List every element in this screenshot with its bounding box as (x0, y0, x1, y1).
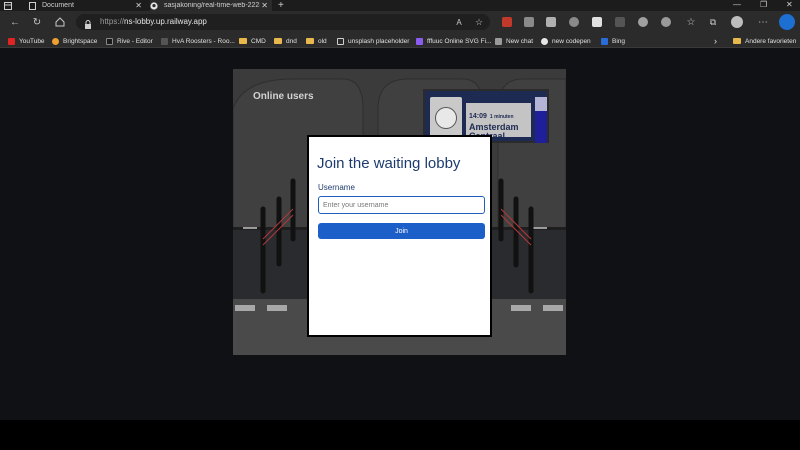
page-icon (337, 37, 344, 45)
new-tab-button[interactable]: + (278, 0, 290, 11)
tab-workspaces[interactable] (4, 0, 18, 11)
lobby-modal: Join the waiting lobby Username Join (307, 135, 492, 337)
restore-icon[interactable]: ❐ (760, 0, 767, 9)
url-scheme: https:// (100, 17, 125, 26)
favorites-icon[interactable]: ☆ (684, 15, 698, 29)
collections-icon[interactable]: ⧉ (706, 15, 720, 29)
tab-document[interactable]: Document ✕ (28, 0, 146, 11)
bookmarks-overflow-icon[interactable]: › (714, 36, 717, 46)
address-bar[interactable]: https://ns-lobby.up.railway.app A ☆ (76, 14, 490, 30)
username-input[interactable] (318, 196, 485, 214)
refresh-icon[interactable]: ↻ (30, 15, 44, 29)
bookmark-codepen[interactable]: new codepen (541, 36, 591, 46)
back-icon[interactable]: ← (8, 15, 22, 29)
extension-icon[interactable] (502, 17, 512, 27)
bookmark-other-favorites[interactable]: Andere favorieten (733, 36, 796, 46)
extension-icon[interactable] (638, 17, 648, 27)
tab-strip: Document ✕ sasjakoning/real-time-web-222… (0, 0, 800, 11)
close-tab-icon[interactable]: ✕ (135, 1, 142, 10)
rive-icon (106, 37, 113, 45)
bookmark-bing[interactable]: Bing (601, 36, 625, 46)
bookmark-new-chat[interactable]: New chat (495, 36, 533, 46)
bookmark-fffuuc[interactable]: fffuuc Online SVG Fi... (416, 36, 491, 46)
extension-icon[interactable] (524, 17, 534, 27)
tab-label: sasjakoning/real-time-web-2223 (164, 2, 260, 9)
folder-icon (274, 38, 282, 44)
clock-icon (435, 107, 457, 129)
bottom-bar (0, 420, 800, 450)
departure-minutes: 1 minuten (489, 114, 514, 120)
tab-label: Document (42, 2, 74, 9)
youtube-icon (8, 37, 15, 45)
folder-icon (733, 38, 741, 44)
bookmark-old[interactable]: old (306, 36, 327, 46)
workspaces-icon (4, 1, 12, 10)
extension-icon[interactable] (661, 17, 671, 27)
url-host: ns-lobby.up.railway.app (124, 17, 207, 26)
username-label: Username (318, 183, 355, 192)
home-icon[interactable] (53, 15, 67, 29)
close-window-icon[interactable]: ✕ (786, 0, 793, 9)
bookmark-unsplash[interactable]: unsplash placeholder (337, 36, 409, 46)
clock-panel (430, 97, 462, 139)
chat-icon (495, 37, 502, 45)
tab-github[interactable]: sasjakoning/real-time-web-2223 ✕ (150, 0, 272, 11)
board-side-strip-top (535, 97, 547, 111)
bookmark-youtube[interactable]: YouTube (8, 36, 45, 46)
hva-icon (161, 37, 168, 45)
bookmarks-bar: YouTube Brightspace Rive - Editor HvA Ro… (0, 33, 800, 48)
extension-icon[interactable] (592, 17, 602, 27)
online-users-heading: Online users (253, 91, 314, 102)
bookmark-dnd[interactable]: dnd (274, 36, 297, 46)
departure-time: 14:09 (469, 113, 487, 120)
extension-icon[interactable] (546, 17, 556, 27)
bing-chat-icon[interactable] (779, 14, 795, 30)
bookmark-cmd[interactable]: CMD (239, 36, 266, 46)
join-button[interactable]: Join (318, 223, 485, 239)
minimize-icon[interactable]: — (733, 0, 741, 9)
bookmark-hva[interactable]: HvA Roosters - Roo... (161, 36, 235, 46)
lock-icon (84, 17, 92, 29)
toolbar: ← ↻ https://ns-lobby.up.railway.app A ☆ … (0, 11, 800, 33)
more-menu-icon[interactable]: ⋯ (756, 15, 770, 29)
codepen-icon (541, 37, 548, 45)
brightspace-icon (52, 37, 59, 45)
bookmark-brightspace[interactable]: Brightspace (52, 36, 97, 46)
lobby-title: Join the waiting lobby (317, 155, 461, 172)
folder-icon (306, 38, 314, 44)
bookmark-rive[interactable]: Rive - Editor (106, 36, 153, 46)
url-text: https://ns-lobby.up.railway.app (100, 17, 207, 26)
close-tab-icon[interactable]: ✕ (261, 1, 268, 10)
github-icon (150, 1, 158, 10)
extension-icon[interactable] (615, 17, 625, 27)
extension-icon[interactable] (569, 17, 579, 27)
add-favorite-icon[interactable]: ☆ (472, 15, 486, 29)
document-icon (28, 1, 36, 10)
avatar[interactable] (731, 16, 743, 28)
fffuuc-icon (416, 37, 423, 45)
bing-icon (601, 37, 608, 45)
departure-info: 14:091 minuten Amsterdam Centraal (466, 103, 531, 141)
folder-icon (239, 38, 247, 44)
read-aloud-icon[interactable]: A (452, 15, 466, 29)
